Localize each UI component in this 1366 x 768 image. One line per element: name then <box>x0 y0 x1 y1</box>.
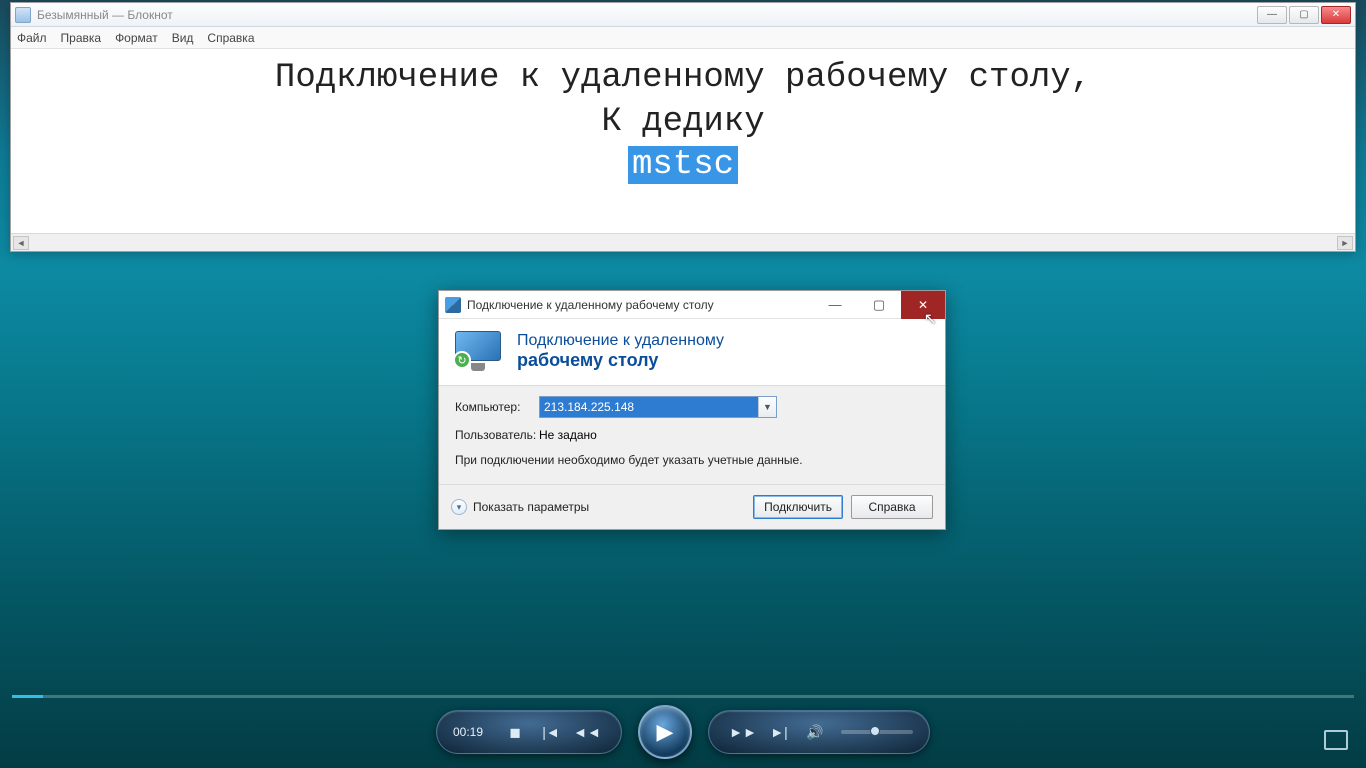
fullscreen-button[interactable] <box>1324 730 1348 750</box>
show-options-label: Показать параметры <box>473 500 589 514</box>
notepad-textarea[interactable]: Подключение к удаленному рабочему столу,… <box>11 49 1355 233</box>
notepad-app-icon <box>15 7 31 23</box>
rdp-window-title: Подключение к удаленному рабочему столу <box>467 298 813 312</box>
menu-format[interactable]: Формат <box>115 31 158 45</box>
volume-icon[interactable]: 🔊 <box>801 718 829 746</box>
notepad-titlebar[interactable]: Безымянный — Блокнот — ▢ ✕ <box>11 3 1355 27</box>
user-value: Не задано <box>539 428 597 442</box>
notepad-maximize-button[interactable]: ▢ <box>1289 6 1319 24</box>
notepad-h-scrollbar[interactable]: ◄ ► <box>11 233 1355 251</box>
stop-button[interactable]: ◼ <box>501 718 529 746</box>
notepad-selected-text: mstsc <box>628 146 738 184</box>
computer-label: Компьютер: <box>455 400 539 414</box>
forward-button[interactable]: ►► <box>729 718 757 746</box>
help-button[interactable]: Справка <box>851 495 933 519</box>
rdp-banner: ↻ Подключение к удаленному рабочему стол… <box>439 319 945 385</box>
rdp-app-icon <box>445 297 461 313</box>
computer-combobox[interactable]: 213.184.225.148 ▼ <box>539 396 777 418</box>
chevron-down-icon[interactable]: ▼ <box>758 397 776 417</box>
rdp-connect-badge-icon: ↻ <box>453 351 471 369</box>
rdp-dialog: Подключение к удаленному рабочему столу … <box>438 290 946 530</box>
notepad-line2: К дедику <box>601 103 764 141</box>
notepad-minimize-button[interactable]: — <box>1257 6 1287 24</box>
rewind-button[interactable]: ◄◄ <box>573 718 601 746</box>
prev-button[interactable]: |◄ <box>537 718 565 746</box>
menu-edit[interactable]: Правка <box>61 31 102 45</box>
volume-slider[interactable] <box>841 730 913 734</box>
video-seekbar[interactable] <box>12 695 1354 698</box>
menu-view[interactable]: Вид <box>172 31 194 45</box>
show-options-toggle[interactable]: ▾ Показать параметры <box>451 499 589 515</box>
notepad-window: Безымянный — Блокнот — ▢ ✕ Файл Правка Ф… <box>10 2 1356 252</box>
volume-knob[interactable] <box>870 726 880 736</box>
media-player-controls: 00:19 ◼ |◄ ◄◄ ▶ ►► ►| 🔊 <box>363 706 1003 758</box>
scroll-left-icon[interactable]: ◄ <box>13 236 29 250</box>
notepad-menubar: Файл Правка Формат Вид Справка <box>11 27 1355 49</box>
chevron-down-circle-icon: ▾ <box>451 499 467 515</box>
scroll-right-icon[interactable]: ► <box>1337 236 1353 250</box>
rdp-maximize-button[interactable]: ▢ <box>857 291 901 319</box>
rdp-banner-line2: рабочему столу <box>517 350 724 371</box>
rdp-body: Компьютер: 213.184.225.148 ▼ Пользовател… <box>439 385 945 484</box>
rdp-close-button[interactable] <box>901 291 945 319</box>
notepad-title: Безымянный — Блокнот <box>37 8 173 22</box>
user-label: Пользователь: <box>455 428 539 442</box>
notepad-line1: Подключение к удаленному рабочему столу, <box>275 59 1091 97</box>
connect-button[interactable]: Подключить <box>753 495 843 519</box>
rdp-banner-line1: Подключение к удаленному <box>517 332 724 350</box>
video-seekbar-progress <box>12 695 43 698</box>
next-button[interactable]: ►| <box>765 718 793 746</box>
menu-help[interactable]: Справка <box>207 31 254 45</box>
notepad-close-button[interactable]: ✕ <box>1321 6 1351 24</box>
menu-file[interactable]: Файл <box>17 31 47 45</box>
rdp-minimize-button[interactable]: — <box>813 291 857 319</box>
computer-value: 213.184.225.148 <box>540 397 758 417</box>
rdp-monitor-icon: ↻ <box>455 331 503 371</box>
play-button[interactable]: ▶ <box>638 705 692 759</box>
rdp-hint-text: При подключении необходимо будет указать… <box>455 452 929 468</box>
rdp-titlebar[interactable]: Подключение к удаленному рабочему столу … <box>439 291 945 319</box>
rdp-footer: ▾ Показать параметры Подключить Справка <box>439 484 945 529</box>
playback-time: 00:19 <box>453 725 483 739</box>
